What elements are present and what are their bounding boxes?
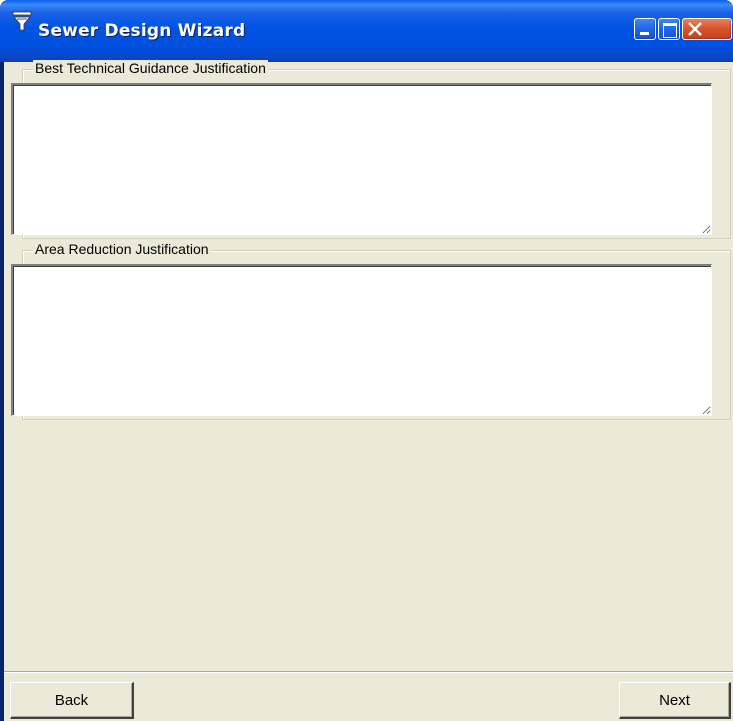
maximize-button[interactable] (658, 18, 680, 40)
footer-divider (4, 671, 733, 673)
window-title: Sewer Design Wizard (38, 21, 246, 41)
back-button[interactable]: Back (10, 682, 134, 719)
group-legend: Best Technical Guidance Justification (33, 60, 268, 76)
minimize-button[interactable] (634, 18, 656, 40)
group-legend: Area Reduction Justification (33, 241, 211, 257)
area-reduction-textarea[interactable] (11, 264, 712, 416)
wizard-window: Sewer Design Wizard Best Technical Guida… (0, 0, 733, 721)
close-icon (688, 22, 702, 36)
close-button[interactable] (682, 18, 732, 40)
best-technical-guidance-textarea[interactable] (11, 83, 712, 235)
title-bar[interactable]: Sewer Design Wizard (0, 0, 733, 62)
next-button[interactable]: Next (619, 682, 731, 719)
funnel-icon (12, 10, 32, 32)
client-area: Best Technical Guidance Justification Ar… (4, 60, 733, 721)
